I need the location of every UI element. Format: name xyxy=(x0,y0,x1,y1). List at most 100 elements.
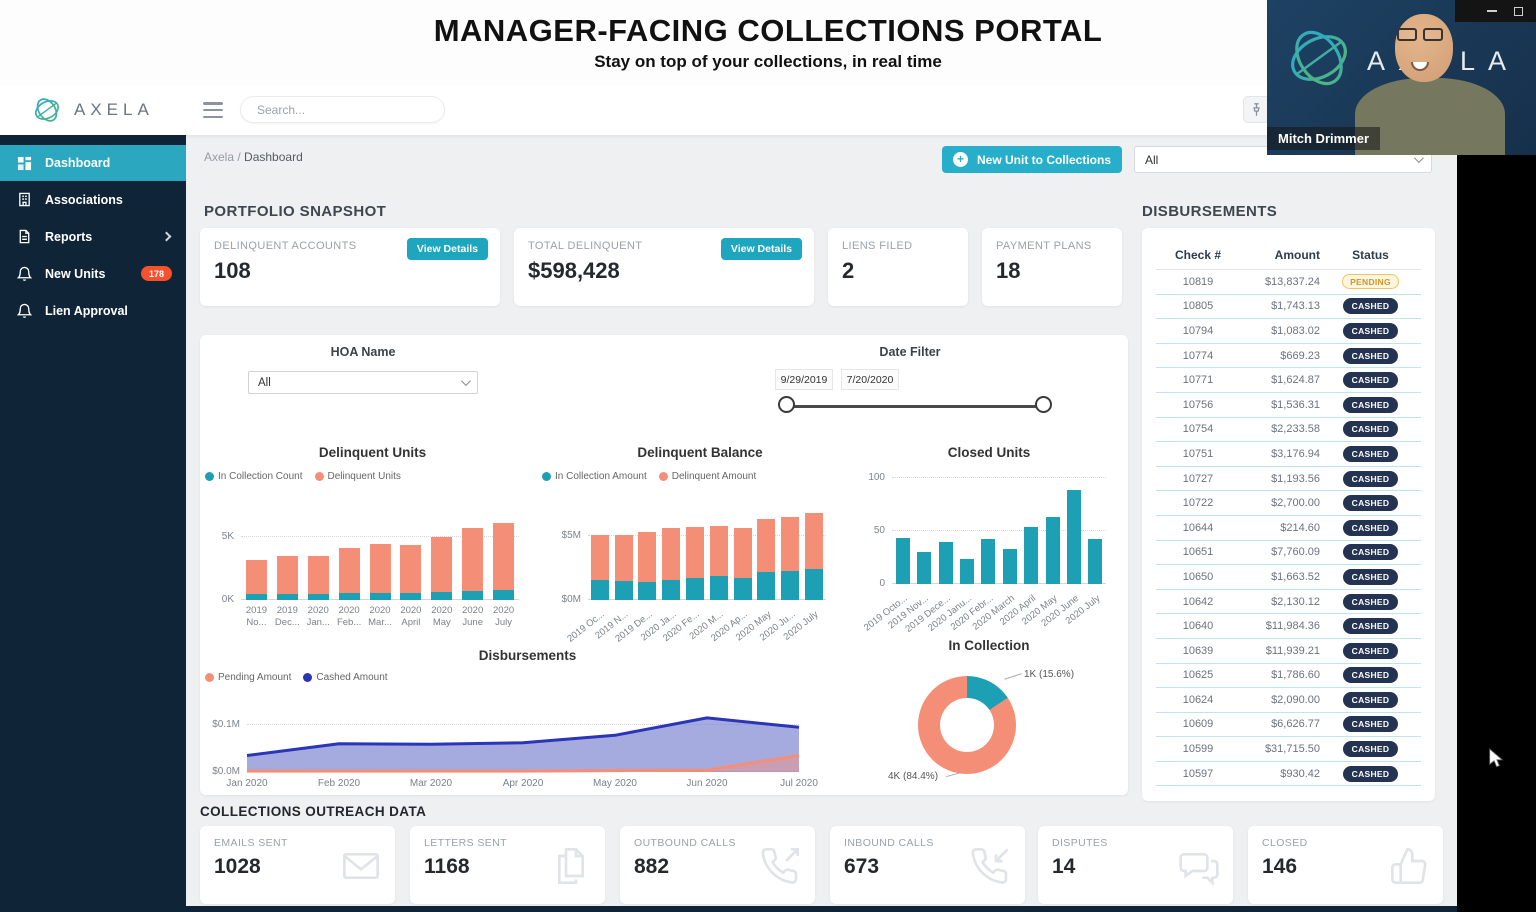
bar[interactable] xyxy=(1088,478,1102,584)
table-row[interactable]: 10756$1,536.31CASHED xyxy=(1156,393,1421,418)
bar[interactable] xyxy=(277,490,298,600)
bar-segment[interactable] xyxy=(686,578,704,600)
bar[interactable] xyxy=(805,490,823,600)
bar[interactable] xyxy=(734,490,752,600)
bar[interactable] xyxy=(638,490,656,600)
table-row[interactable]: 10650$1,663.52CASHED xyxy=(1156,565,1421,590)
bar-segment[interactable] xyxy=(308,556,329,594)
view-details-button[interactable]: View Details xyxy=(407,238,488,260)
table-row[interactable]: 10754$2,233.58CASHED xyxy=(1156,418,1421,443)
bar-segment[interactable] xyxy=(1024,527,1038,584)
bar-segment[interactable] xyxy=(246,560,267,595)
bar-segment[interactable] xyxy=(246,594,267,600)
bar[interactable] xyxy=(662,490,680,600)
table-row[interactable]: 10774$669.23CASHED xyxy=(1156,344,1421,369)
table-row[interactable]: 10639$11,939.21CASHED xyxy=(1156,639,1421,664)
legend-item[interactable]: In Collection Amount xyxy=(542,471,647,482)
bar-segment[interactable] xyxy=(1003,549,1017,584)
bar-segment[interactable] xyxy=(1067,490,1081,584)
bar[interactable] xyxy=(686,490,704,600)
bar-segment[interactable] xyxy=(591,580,609,600)
bar[interactable] xyxy=(462,490,483,600)
view-details-button[interactable]: View Details xyxy=(721,238,802,260)
legend-item[interactable]: Delinquent Units xyxy=(315,471,401,482)
legend-item[interactable]: In Collection Count xyxy=(205,471,303,482)
table-row[interactable]: 10794$1,083.02CASHED xyxy=(1156,319,1421,344)
date-range-slider[interactable] xyxy=(790,405,1043,408)
bar[interactable] xyxy=(615,490,633,600)
sidebar-item-new-units[interactable]: New Units 178 xyxy=(0,255,186,292)
bar-segment[interactable] xyxy=(939,542,953,584)
table-row[interactable]: 10651$7,760.09CASHED xyxy=(1156,541,1421,566)
bar-segment[interactable] xyxy=(805,569,823,600)
table-row[interactable]: 10640$11,984.36CASHED xyxy=(1156,614,1421,639)
bar-segment[interactable] xyxy=(615,581,633,600)
bar-segment[interactable] xyxy=(339,593,360,600)
bar[interactable] xyxy=(1067,478,1081,584)
bar-segment[interactable] xyxy=(781,571,799,600)
date-start-input[interactable]: 9/29/2019 xyxy=(775,369,833,390)
bar-segment[interactable] xyxy=(493,523,514,590)
bar[interactable] xyxy=(400,490,421,600)
bar-segment[interactable] xyxy=(917,552,931,584)
table-row[interactable]: 10751$3,176.94CASHED xyxy=(1156,442,1421,467)
bar[interactable] xyxy=(370,490,391,600)
legend-item[interactable]: Cashed Amount xyxy=(303,672,387,683)
bar[interactable] xyxy=(591,490,609,600)
table-row[interactable]: 10642$2,130.12CASHED xyxy=(1156,590,1421,615)
bar-segment[interactable] xyxy=(462,591,483,600)
bar-segment[interactable] xyxy=(710,526,728,576)
bar-segment[interactable] xyxy=(308,594,329,600)
bar-segment[interactable] xyxy=(662,580,680,600)
table-row[interactable]: 10819$13,837.24PENDING xyxy=(1156,270,1421,295)
table-row[interactable]: 10625$1,786.60CASHED xyxy=(1156,664,1421,689)
bar-segment[interactable] xyxy=(686,527,704,578)
bar-segment[interactable] xyxy=(638,582,656,600)
bar-segment[interactable] xyxy=(277,594,298,600)
restore-icon[interactable] xyxy=(1514,7,1523,16)
bar-segment[interactable] xyxy=(615,535,633,581)
bar-segment[interactable] xyxy=(493,590,514,600)
bar-segment[interactable] xyxy=(734,528,752,578)
sidebar-item-lien-approval[interactable]: Lien Approval xyxy=(0,292,186,329)
sidebar-item-associations[interactable]: Associations xyxy=(0,181,186,218)
table-row[interactable]: 10597$930.42CASHED xyxy=(1156,762,1421,787)
menu-toggle-icon[interactable] xyxy=(203,102,223,118)
bar[interactable] xyxy=(308,490,329,600)
bar-segment[interactable] xyxy=(400,545,421,593)
table-row[interactable]: 10771$1,624.87CASHED xyxy=(1156,368,1421,393)
bar-segment[interactable] xyxy=(757,572,775,600)
bar[interactable] xyxy=(939,478,953,584)
bar[interactable] xyxy=(981,478,995,584)
search-input[interactable] xyxy=(241,97,444,122)
bar[interactable] xyxy=(781,490,799,600)
new-unit-to-collections-button[interactable]: + New Unit to Collections xyxy=(942,146,1122,173)
bar-segment[interactable] xyxy=(805,513,823,569)
bar[interactable] xyxy=(960,478,974,584)
bar[interactable] xyxy=(1046,478,1060,584)
slider-knob-start[interactable] xyxy=(778,396,795,413)
bar[interactable] xyxy=(339,490,360,600)
bar-segment[interactable] xyxy=(710,576,728,600)
table-row[interactable]: 10599$31,715.50CASHED xyxy=(1156,737,1421,762)
bar-segment[interactable] xyxy=(960,559,974,584)
sidebar-item-reports[interactable]: Reports xyxy=(0,218,186,255)
bar-segment[interactable] xyxy=(896,538,910,584)
bar-segment[interactable] xyxy=(370,544,391,593)
bar-segment[interactable] xyxy=(638,532,656,582)
hoa-name-dropdown[interactable]: All xyxy=(248,371,478,394)
donut[interactable] xyxy=(918,676,1016,774)
bar[interactable] xyxy=(757,490,775,600)
bar-segment[interactable] xyxy=(431,592,452,600)
table-row[interactable]: 10609$6,626.77CASHED xyxy=(1156,713,1421,738)
table-row[interactable]: 10644$214.60CASHED xyxy=(1156,516,1421,541)
legend-item[interactable]: Delinquent Amount xyxy=(659,471,757,482)
bar-segment[interactable] xyxy=(734,578,752,600)
bar-segment[interactable] xyxy=(757,519,775,571)
bar-segment[interactable] xyxy=(1088,539,1102,584)
date-end-input[interactable]: 7/20/2020 xyxy=(841,369,899,390)
bar-segment[interactable] xyxy=(431,537,452,591)
bar[interactable] xyxy=(1024,478,1038,584)
bar-segment[interactable] xyxy=(277,556,298,594)
table-row[interactable]: 10624$2,090.00CASHED xyxy=(1156,688,1421,713)
